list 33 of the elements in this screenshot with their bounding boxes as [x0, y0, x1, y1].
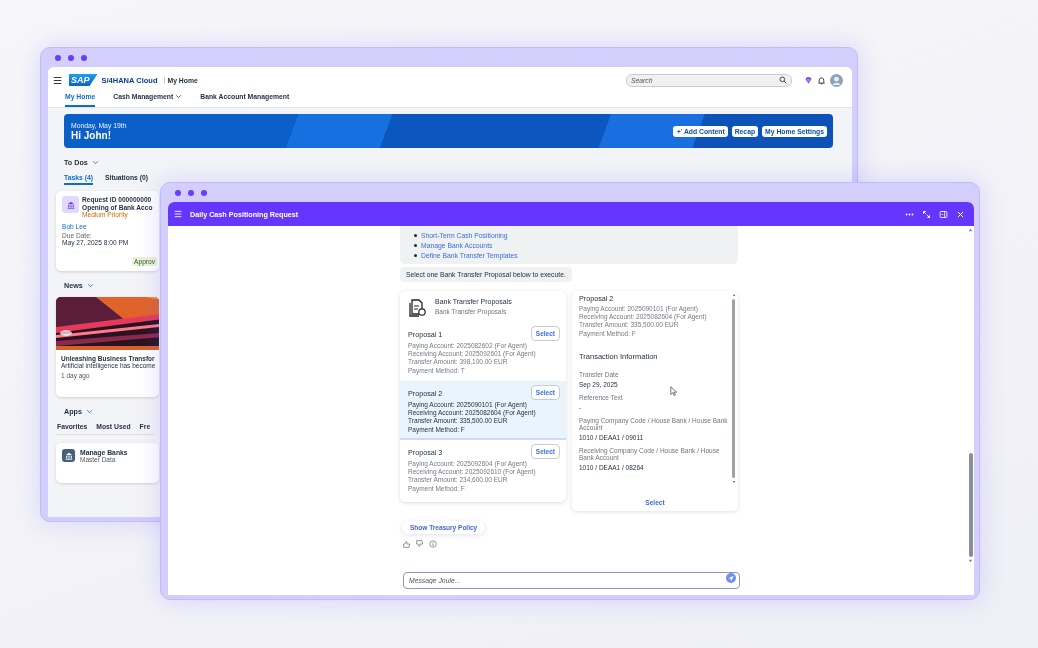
chevron-down-icon[interactable] — [85, 408, 93, 415]
window-dot[interactable] — [81, 54, 87, 61]
bank-icon — [62, 196, 79, 213]
bullet-icon — [414, 253, 417, 257]
scroll-up-icon[interactable] — [968, 228, 973, 232]
sparkle-icon — [675, 127, 683, 135]
bullet-icon — [414, 233, 417, 237]
side-panel-icon[interactable] — [939, 209, 948, 219]
window-dot[interactable] — [201, 189, 207, 196]
bullet-icon — [414, 243, 417, 247]
scrollbar[interactable] — [968, 228, 973, 563]
chevron-down-icon[interactable] — [91, 159, 99, 166]
close-icon[interactable] — [956, 209, 965, 219]
search-icon[interactable] — [779, 76, 787, 84]
cursor-icon — [670, 386, 677, 396]
chevron-down-icon[interactable] — [86, 282, 94, 289]
send-icon[interactable] — [726, 572, 736, 583]
document-icon — [408, 298, 426, 318]
diamond-icon[interactable] — [804, 75, 813, 85]
window-dot[interactable] — [55, 54, 61, 61]
bell-icon[interactable] — [817, 75, 826, 85]
thumbs-down-icon[interactable] — [416, 540, 424, 548]
window-dot[interactable] — [188, 189, 194, 196]
greeting: Hi John! — [71, 129, 111, 141]
logo[interactable]: SAP — [69, 74, 98, 86]
menu-icon[interactable] — [53, 75, 62, 85]
info-icon[interactable] — [429, 540, 437, 548]
window-dot[interactable] — [175, 189, 181, 196]
scroll-down-icon[interactable] — [968, 559, 973, 563]
resize-icon[interactable] — [922, 209, 931, 219]
bank-icon — [62, 449, 75, 462]
window-dot[interactable] — [68, 54, 74, 61]
thumbs-up-icon[interactable] — [403, 540, 411, 548]
